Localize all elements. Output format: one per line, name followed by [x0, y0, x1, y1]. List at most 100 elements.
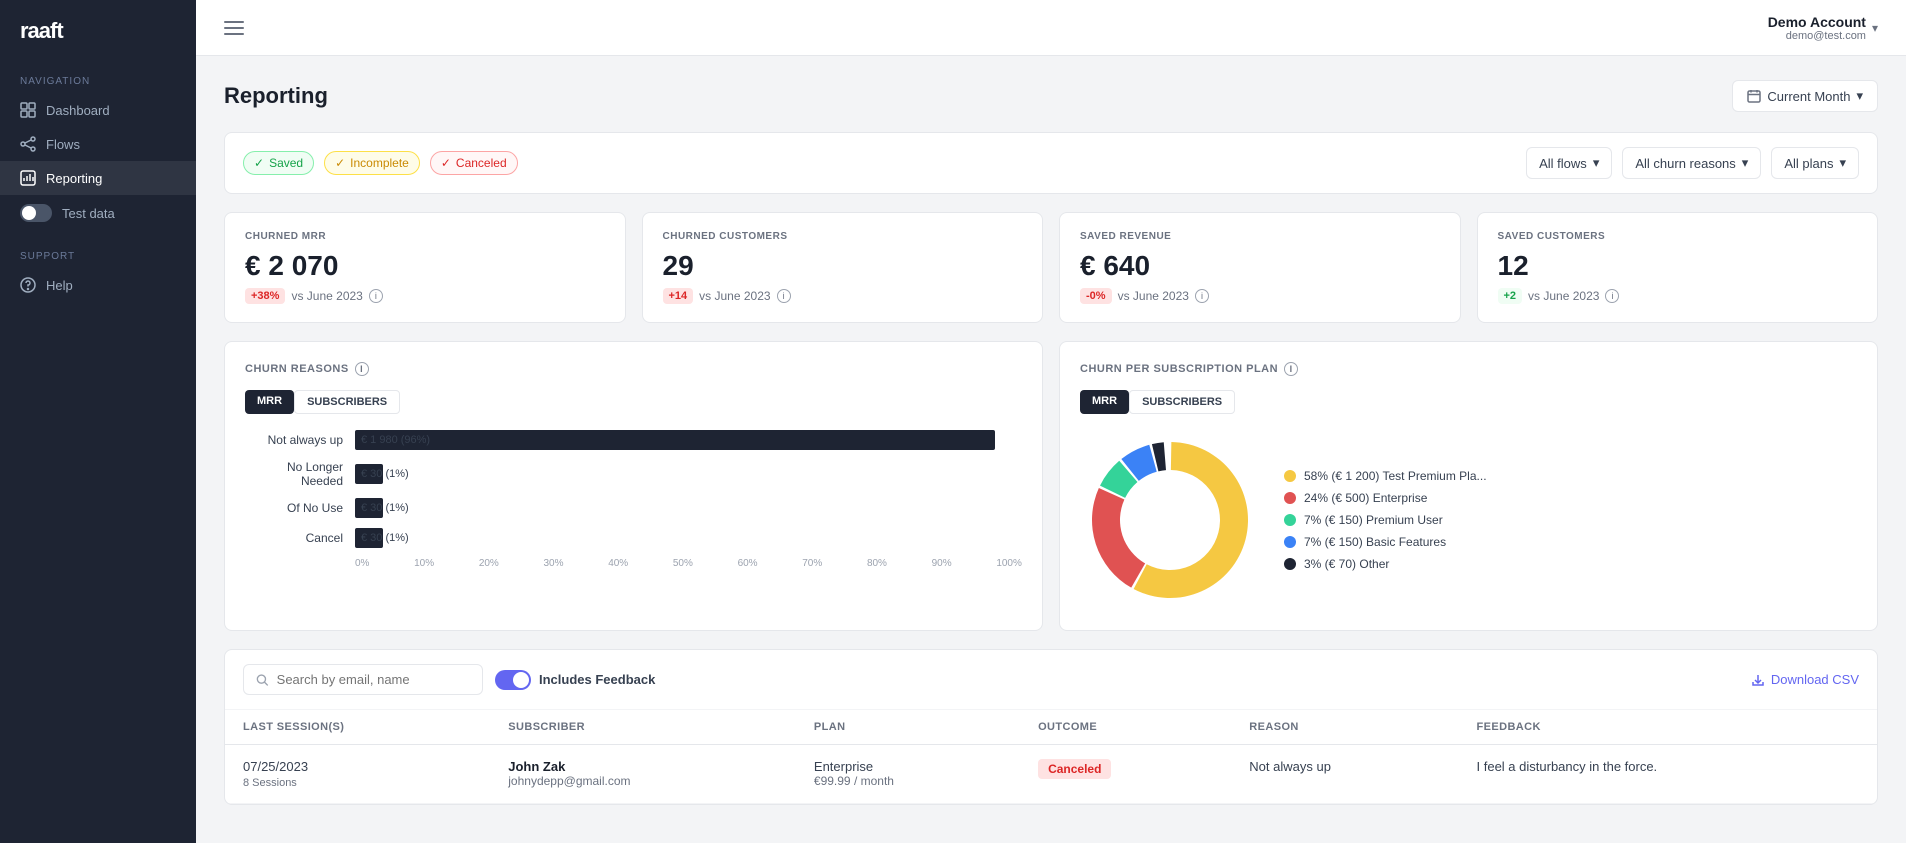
bar-row: No Longer Needed € 30 (1%): [245, 460, 1022, 488]
tab-subscribers[interactable]: SUBSCRIBERS: [294, 390, 400, 414]
legend-dot: [1284, 514, 1296, 526]
bar-chart: Not always up € 1 980 (96%) No Longer Ne…: [245, 430, 1022, 569]
page-body: Reporting Current Month ▾ ✓ Saved: [196, 56, 1906, 829]
page-title: Reporting: [224, 83, 328, 109]
cell-feedback: I feel a disturbancy in the force.: [1459, 745, 1877, 804]
legend-item: 24% (€ 500) Enterprise: [1284, 491, 1487, 505]
legend-label: 58% (€ 1 200) Test Premium Pla...: [1304, 469, 1487, 483]
help-icon: [20, 277, 36, 293]
filter-dropdowns: All flows ▾ All churn reasons ▾ All plan…: [1526, 147, 1859, 179]
nav-section-label: NAVIGATION: [0, 62, 196, 93]
tab-mrr[interactable]: MRR: [1080, 390, 1129, 414]
account-menu[interactable]: Demo Account demo@test.com ▾: [1768, 14, 1878, 42]
bar: € 1 980 (96%): [355, 430, 995, 450]
metric-sub-text: vs June 2023: [1528, 289, 1599, 303]
flows-dropdown[interactable]: All flows ▾: [1526, 147, 1612, 179]
toggle-feedback-area: Includes Feedback: [495, 670, 655, 690]
metric-sub: -0% vs June 2023 i: [1080, 288, 1440, 304]
sidebar-item-test-data[interactable]: Test data: [0, 195, 196, 231]
legend-item: 7% (€ 150) Basic Features: [1284, 535, 1487, 549]
sidebar-item-flows[interactable]: Flows: [0, 127, 196, 161]
bar-value: € 30 (1%): [361, 532, 409, 544]
legend-item: 7% (€ 150) Premium User: [1284, 513, 1487, 527]
sidebar-item-dashboard[interactable]: Dashboard: [0, 93, 196, 127]
metric-label: SAVED REVENUE: [1080, 231, 1440, 242]
test-data-toggle[interactable]: [20, 204, 52, 222]
donut-chart: [1080, 430, 1260, 610]
feedback-toggle-label: Includes Feedback: [539, 672, 655, 687]
flows-dropdown-chevron-icon: ▾: [1593, 155, 1600, 171]
plans-dropdown[interactable]: All plans ▾: [1771, 147, 1859, 179]
chart-info-icon[interactable]: i: [1284, 362, 1298, 376]
metric-info-icon[interactable]: i: [777, 289, 791, 303]
axis-label: 20%: [479, 558, 499, 569]
metric-label: CHURNED MRR: [245, 231, 605, 242]
date-filter-label: Current Month: [1767, 89, 1850, 104]
page-header: Reporting Current Month ▾: [224, 80, 1878, 112]
legend-label: 7% (€ 150) Premium User: [1304, 513, 1443, 527]
sidebar-item-reporting[interactable]: Reporting: [0, 161, 196, 195]
metric-sub-text: vs June 2023: [699, 289, 770, 303]
legend-label: 7% (€ 150) Basic Features: [1304, 535, 1446, 549]
hamburger-line: [224, 27, 244, 29]
bar-row: Of No Use € 30 (1%): [245, 498, 1022, 518]
subscriber-email: johnydepp@gmail.com: [508, 774, 778, 788]
tab-subscribers[interactable]: SUBSCRIBERS: [1129, 390, 1235, 414]
axis-label: 70%: [802, 558, 822, 569]
date-filter-button[interactable]: Current Month ▾: [1732, 80, 1878, 112]
logo-area: raaft: [0, 0, 196, 62]
churn-reasons-card: CHURN REASONS i MRR SUBSCRIBERS Not alwa…: [224, 341, 1043, 631]
donut-chart-area: 58% (€ 1 200) Test Premium Pla... 24% (€…: [1080, 430, 1857, 610]
canceled-check-icon: ✓: [441, 156, 451, 170]
badge-saved[interactable]: ✓ Saved: [243, 151, 314, 175]
tab-mrr[interactable]: MRR: [245, 390, 294, 414]
badge-canceled[interactable]: ✓ Canceled: [430, 151, 518, 175]
metric-info-icon[interactable]: i: [369, 289, 383, 303]
metric-info-icon[interactable]: i: [1605, 289, 1619, 303]
filter-badges: ✓ Saved ✓ Incomplete ✓ Canceled: [243, 151, 518, 175]
toggle-on-knob: [513, 672, 529, 688]
churn-reasons-dropdown[interactable]: All churn reasons ▾: [1622, 147, 1761, 179]
plans-dropdown-label: All plans: [1784, 156, 1833, 171]
account-name: Demo Account: [1768, 14, 1866, 30]
metric-sub: +14 vs June 2023 i: [663, 288, 1023, 304]
sidebar: raaft NAVIGATION Dashboard Flows Rep: [0, 0, 196, 843]
sidebar-item-help[interactable]: Help: [0, 268, 196, 302]
bar-row: Not always up € 1 980 (96%): [245, 430, 1022, 450]
badge-incomplete[interactable]: ✓ Incomplete: [324, 151, 420, 175]
bar: € 30 (1%): [355, 464, 383, 484]
bar: € 30 (1%): [355, 528, 383, 548]
metric-sub: +38% vs June 2023 i: [245, 288, 605, 304]
search-input[interactable]: [277, 672, 470, 687]
legend-dot: [1284, 470, 1296, 482]
sidebar-item-label: Help: [46, 278, 73, 293]
bar-row: Cancel € 30 (1%): [245, 528, 1022, 548]
download-csv-button[interactable]: Download CSV: [1751, 672, 1859, 687]
table-toolbar: Includes Feedback Download CSV: [225, 650, 1877, 710]
search-box[interactable]: [243, 664, 483, 695]
flows-icon: [20, 136, 36, 152]
outcome-badge: Canceled: [1038, 759, 1111, 779]
cell-outcome: Canceled: [1020, 745, 1231, 804]
metric-info-icon[interactable]: i: [1195, 289, 1209, 303]
chart-info-icon[interactable]: i: [355, 362, 369, 376]
bar-container: € 30 (1%): [355, 498, 1022, 518]
table-column-header: Reason: [1231, 710, 1458, 745]
logo: raaft: [20, 18, 63, 43]
hamburger-button[interactable]: [224, 21, 244, 35]
includes-feedback-toggle[interactable]: [495, 670, 531, 690]
sidebar-item-label: Reporting: [46, 171, 102, 186]
metric-sub-text: vs June 2023: [291, 289, 362, 303]
top-bar: Demo Account demo@test.com ▾: [196, 0, 1906, 56]
bar: € 30 (1%): [355, 498, 383, 518]
chart-title-text: CHURN PER SUBSCRIPTION PLAN: [1080, 363, 1278, 375]
bar-container: € 30 (1%): [355, 528, 1022, 548]
metric-value: € 640: [1080, 250, 1440, 282]
chart-title: CHURN PER SUBSCRIPTION PLAN i: [1080, 362, 1857, 376]
hamburger-line: [224, 21, 244, 23]
grid-icon: [20, 102, 36, 118]
chart-title: CHURN REASONS i: [245, 362, 1022, 376]
bar-value: € 30 (1%): [361, 502, 409, 514]
legend-label: 3% (€ 70) Other: [1304, 557, 1389, 571]
table-column-header: Last Session(s): [225, 710, 490, 745]
